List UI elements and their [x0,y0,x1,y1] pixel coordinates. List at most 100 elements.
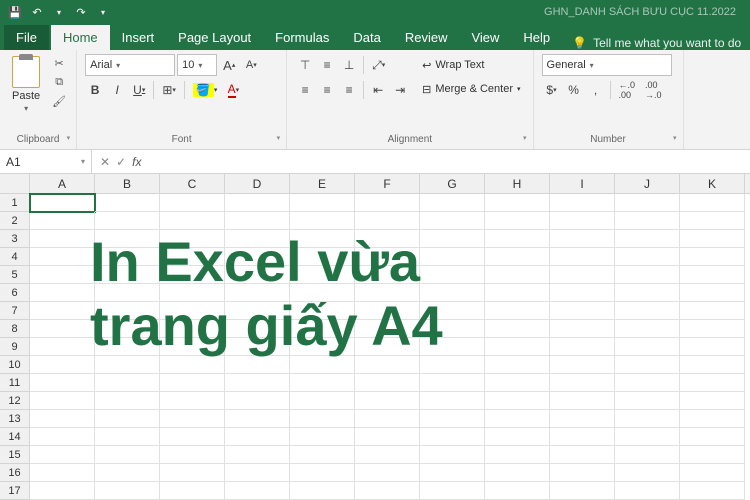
number-format-combo[interactable]: General▾ [542,54,672,76]
cell[interactable] [485,284,550,302]
cell[interactable] [160,428,225,446]
cell[interactable] [95,230,160,248]
cell[interactable] [225,230,290,248]
cell[interactable] [485,428,550,446]
cell[interactable] [290,248,355,266]
cell[interactable] [355,248,420,266]
cell[interactable] [290,356,355,374]
cell[interactable] [160,338,225,356]
row-header[interactable]: 6 [0,284,30,302]
cell[interactable] [355,194,420,212]
row-header[interactable]: 10 [0,356,30,374]
increase-font-button[interactable]: A▴ [219,54,239,76]
cell[interactable] [225,392,290,410]
cell[interactable] [680,464,745,482]
cell[interactable] [30,194,95,212]
cell[interactable] [550,356,615,374]
cell[interactable] [615,338,680,356]
cell[interactable] [225,446,290,464]
increase-decimal-button[interactable]: ←.0.00 [615,79,640,101]
cell[interactable] [95,338,160,356]
cell[interactable] [95,374,160,392]
align-middle-button[interactable]: ≡ [317,54,337,76]
cell[interactable] [225,266,290,284]
cell[interactable] [30,230,95,248]
cell[interactable] [680,392,745,410]
cell[interactable] [355,392,420,410]
cell[interactable] [485,230,550,248]
cell[interactable] [550,194,615,212]
cell[interactable] [550,482,615,500]
cell[interactable] [160,230,225,248]
font-name-combo[interactable]: Arial▾ [85,54,175,76]
row-header[interactable]: 17 [0,482,30,500]
column-header[interactable]: C [160,174,225,193]
currency-button[interactable]: $ ▾ [542,79,562,101]
cell[interactable] [615,302,680,320]
cell[interactable] [290,212,355,230]
cell[interactable] [225,194,290,212]
cell[interactable] [290,194,355,212]
cell[interactable] [160,320,225,338]
merge-center-button[interactable]: ⊟Merge & Center ▾ [418,78,524,100]
cell[interactable] [420,284,485,302]
cell[interactable] [355,446,420,464]
cell[interactable] [30,302,95,320]
cell[interactable] [615,266,680,284]
cell[interactable] [290,392,355,410]
row-header[interactable]: 2 [0,212,30,230]
cell[interactable] [30,248,95,266]
cell[interactable] [550,464,615,482]
cell[interactable] [420,302,485,320]
cell[interactable] [290,464,355,482]
cell[interactable] [290,338,355,356]
cell[interactable] [550,446,615,464]
font-size-combo[interactable]: 10▾ [177,54,217,76]
cell[interactable] [680,194,745,212]
cell[interactable] [95,302,160,320]
column-header[interactable]: H [485,174,550,193]
increase-indent-button[interactable]: ⇥ [390,79,410,101]
cell[interactable] [225,302,290,320]
cell[interactable] [680,410,745,428]
cell[interactable] [30,446,95,464]
cell[interactable] [290,302,355,320]
cell[interactable] [30,320,95,338]
cell[interactable] [160,374,225,392]
cut-icon[interactable]: ✂ [50,54,68,72]
tab-page-layout[interactable]: Page Layout [166,25,263,50]
decrease-decimal-button[interactable]: .00→.0 [641,79,666,101]
tab-review[interactable]: Review [393,25,460,50]
cell[interactable] [225,410,290,428]
cell[interactable] [225,284,290,302]
cell[interactable] [290,428,355,446]
cell[interactable] [615,392,680,410]
cell[interactable] [160,410,225,428]
align-center-button[interactable]: ≡ [317,79,337,101]
row-header[interactable]: 8 [0,320,30,338]
cell[interactable] [355,302,420,320]
cell[interactable] [680,230,745,248]
border-button[interactable]: ⊞ ▾ [158,79,180,101]
cell[interactable] [420,482,485,500]
tab-home[interactable]: Home [51,25,110,50]
cell[interactable] [290,230,355,248]
cell[interactable] [225,320,290,338]
cell[interactable] [420,230,485,248]
cell[interactable] [420,428,485,446]
cell[interactable] [95,266,160,284]
cancel-formula-icon[interactable]: ✕ [100,155,110,169]
cell[interactable] [485,356,550,374]
cell[interactable] [30,338,95,356]
bold-button[interactable]: B [85,79,105,101]
cell[interactable] [680,374,745,392]
tab-formulas[interactable]: Formulas [263,25,341,50]
cell[interactable] [420,446,485,464]
cell[interactable] [485,338,550,356]
cell[interactable] [550,230,615,248]
cell[interactable] [225,374,290,392]
cell[interactable] [290,482,355,500]
cell[interactable] [355,338,420,356]
tab-insert[interactable]: Insert [110,25,167,50]
cell[interactable] [680,284,745,302]
